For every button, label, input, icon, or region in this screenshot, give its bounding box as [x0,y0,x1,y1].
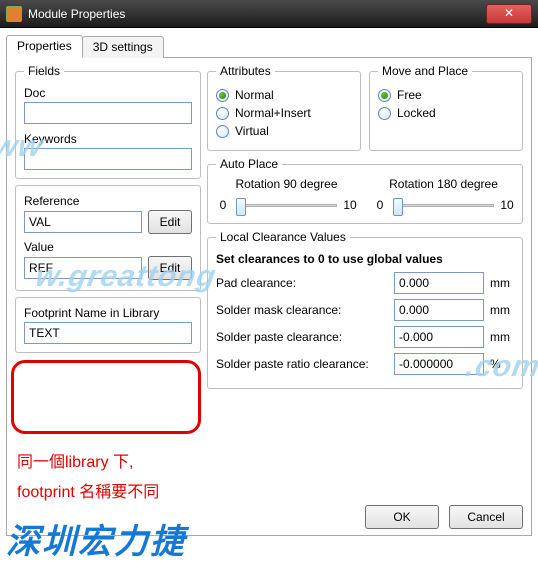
radio-icon [216,125,229,138]
attr-normal-label: Normal [235,88,274,102]
attributes-group: Attributes Normal Normal+Insert Virtual [207,64,361,151]
attr-virtual-label: Virtual [235,124,269,138]
move-place-legend: Move and Place [378,64,472,78]
right-column: Attributes Normal Normal+Insert Virtual [207,64,523,395]
mp-free-label: Free [397,88,422,102]
value-edit-button[interactable]: Edit [148,256,192,280]
paste-clearance-unit: mm [490,330,514,344]
mask-clearance-label: Solder mask clearance: [216,303,388,317]
window-title: Module Properties [28,7,486,21]
ratio-clearance-unit: % [490,357,514,371]
rot90-max: 10 [343,198,357,212]
local-clearance-legend: Local Clearance Values [216,230,350,244]
footprint-name-input[interactable] [24,322,192,344]
tab-bar: Properties 3D settings [6,34,532,58]
app-icon [6,6,22,22]
annotation-text-line2: footprint 名稱要不同 [17,480,159,506]
rot180-max: 10 [500,198,514,212]
doc-input[interactable] [24,102,192,124]
radio-icon [216,107,229,120]
ratio-clearance-label: Solder paste ratio clearance: [216,357,388,371]
attributes-legend: Attributes [216,64,275,78]
dialog-buttons: OK Cancel [365,505,523,529]
rot90-slider[interactable] [236,195,337,215]
paste-clearance-label: Solder paste clearance: [216,330,388,344]
client-area: Properties 3D settings Fields Doc Keywor… [0,28,538,569]
attr-normal-insert-label: Normal+Insert [235,106,311,120]
left-column: Fields Doc Keywords Reference Edit Value… [15,64,201,359]
clearance-heading: Set clearances to 0 to use global values [216,252,514,266]
ok-button[interactable]: OK [365,505,439,529]
mp-locked-label: Locked [397,106,436,120]
pad-clearance-label: Pad clearance: [216,276,388,290]
mask-clearance-input[interactable] [394,299,484,321]
annotation-text-line1: 同一個library 下, [17,450,133,476]
fields-legend: Fields [24,64,64,78]
rot90-min: 0 [216,198,230,212]
attr-normal-insert-radio[interactable]: Normal+Insert [216,106,352,120]
radio-icon [378,107,391,120]
annotation-highlight-box [11,360,201,434]
titlebar: Module Properties ✕ [0,0,538,28]
pad-clearance-unit: mm [490,276,514,290]
value-input[interactable] [24,257,142,279]
pad-clearance-input[interactable] [394,272,484,294]
mask-clearance-unit: mm [490,303,514,317]
paste-clearance-input[interactable] [394,326,484,348]
tab-3d-settings[interactable]: 3D settings [82,36,164,59]
close-icon: ✕ [504,6,514,20]
tab-page-properties: Fields Doc Keywords Reference Edit Value… [6,58,532,536]
local-clearance-group: Local Clearance Values Set clearances to… [207,230,523,389]
reference-input[interactable] [24,211,142,233]
auto-place-legend: Auto Place [216,157,282,171]
rot180-label: Rotation 180 degree [373,177,514,191]
keywords-label: Keywords [24,132,192,146]
footprint-name-label: Footprint Name in Library [24,306,192,320]
doc-label: Doc [24,86,192,100]
footprint-name-group: Footprint Name in Library [15,297,201,353]
value-label: Value [24,240,192,254]
keywords-input[interactable] [24,148,192,170]
radio-icon [378,89,391,102]
mp-free-radio[interactable]: Free [378,88,514,102]
attr-normal-radio[interactable]: Normal [216,88,352,102]
rot90-label: Rotation 90 degree [216,177,357,191]
radio-icon [216,89,229,102]
rot180-slider[interactable] [393,195,494,215]
auto-place-group: Auto Place Rotation 90 degree 0 10 [207,157,523,224]
tab-properties[interactable]: Properties [6,35,83,58]
rot180-min: 0 [373,198,387,212]
cancel-button[interactable]: Cancel [449,505,523,529]
reference-edit-button[interactable]: Edit [148,210,192,234]
mp-locked-radio[interactable]: Locked [378,106,514,120]
fields-group: Fields Doc Keywords [15,64,201,179]
reference-label: Reference [24,194,192,208]
move-place-group: Move and Place Free Locked [369,64,523,151]
reference-group: Reference Edit Value Edit [15,185,201,291]
attr-virtual-radio[interactable]: Virtual [216,124,352,138]
ratio-clearance-input[interactable] [394,353,484,375]
close-button[interactable]: ✕ [486,4,532,24]
